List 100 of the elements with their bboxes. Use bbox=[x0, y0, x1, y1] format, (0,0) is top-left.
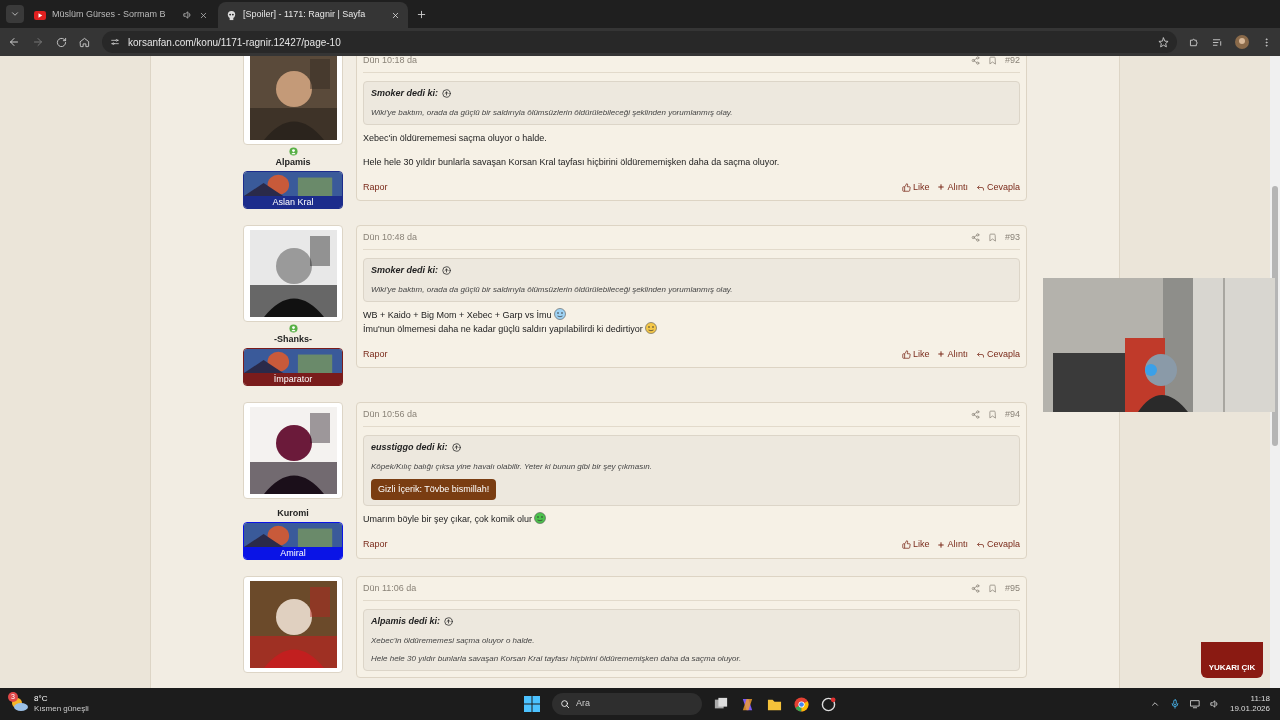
share-icon bbox=[970, 410, 980, 419]
quote-text: Xebec'in öldürememesi saçma oluyor o halde. bbox=[371, 634, 536, 647]
quote-link[interactable]: Alıntı bbox=[937, 347, 968, 361]
monitor-icon bbox=[1189, 699, 1200, 709]
thumbs-up-icon bbox=[901, 182, 911, 192]
quote-link[interactable]: Alıntı bbox=[937, 180, 968, 194]
star-icon bbox=[1158, 36, 1169, 48]
address-bar[interactable]: korsanfan.com/konu/1171-ragnir.12427/page-10 bbox=[102, 31, 1177, 53]
quote-text: Köpek/Kılıç balığı çıksa yine havalı olabilir. Yeter ki bunun gibi bir şey çıkmasın. bbox=[371, 460, 654, 473]
post-time[interactable]: Dün 10:18 da bbox=[363, 56, 971, 68]
tab-title: [Spoiler] - 1171: Ragnir | Sayfa bbox=[243, 8, 367, 22]
browser-tab[interactable]: [Spoiler] - 1171: Ragnir | Sayfa bbox=[218, 2, 408, 28]
chevron-down-icon bbox=[10, 9, 20, 19]
quote-text: Hele hele 30 yıldır bunlarla savaşan Korsan Kral tayfası hiçbirini öldürememişken daha da saçma oluyor. bbox=[371, 652, 743, 665]
sliders-icon bbox=[110, 37, 120, 47]
reply-icon bbox=[975, 540, 985, 550]
temperature: 8°C bbox=[34, 694, 49, 704]
quote-author[interactable]: Smoker dedi ki: bbox=[371, 87, 439, 101]
search-field[interactable]: Ara bbox=[551, 693, 702, 715]
reload-icon bbox=[56, 36, 67, 48]
post-time[interactable]: Dün 10:48 da bbox=[363, 230, 971, 245]
search-placeholder: Ara bbox=[575, 697, 591, 711]
media-icon bbox=[1212, 36, 1223, 48]
post-time[interactable]: Dün 11:06 da bbox=[363, 581, 971, 596]
like-link[interactable]: Like bbox=[901, 180, 930, 194]
plus-icon bbox=[937, 350, 946, 359]
back-icon bbox=[8, 36, 20, 48]
speaker-icon bbox=[183, 10, 193, 20]
close-icon bbox=[199, 10, 208, 20]
post-text: Umarım böyle bir şey çıkar, çok komik olur bbox=[363, 512, 1020, 526]
arrow-up-icon bbox=[444, 617, 454, 627]
url-text: korsanfan.com/konu/1171-ragnir.12427/page-10 bbox=[128, 35, 342, 50]
username[interactable]: -Shanks- bbox=[274, 334, 312, 345]
post-number[interactable]: #93 bbox=[1004, 230, 1020, 245]
plus-icon bbox=[937, 540, 946, 549]
emoji-icon bbox=[534, 512, 547, 524]
bookmark-icon bbox=[987, 410, 997, 419]
thumbs-up-icon bbox=[901, 349, 911, 359]
quote-text: Wiki'ye baktım, orada da güçlü bir saldırıyla ölümsüzlerin öldürülebileceği şeklinden yorumlanmış olay. bbox=[371, 106, 734, 119]
post-time[interactable]: Dün 10:56 da bbox=[363, 407, 971, 422]
app-icon[interactable] bbox=[820, 696, 836, 712]
like-link[interactable]: Like bbox=[901, 538, 930, 552]
username[interactable]: Kuromi bbox=[277, 508, 309, 519]
quote-link[interactable]: Alıntı bbox=[937, 538, 968, 552]
quote-author[interactable]: Smoker dedi ki: bbox=[371, 264, 439, 278]
quote-author[interactable]: eusstiggo dedi ki: bbox=[371, 441, 448, 455]
like-link[interactable]: Like bbox=[901, 347, 930, 361]
quote-author[interactable]: Alpamis dedi ki: bbox=[371, 615, 441, 629]
tab-title: Müslüm Gürses - Sormam B bbox=[52, 8, 167, 22]
bookmark-icon bbox=[987, 56, 997, 65]
forward-icon bbox=[32, 36, 44, 48]
arrow-up-icon bbox=[442, 89, 452, 99]
spoiler-button[interactable]: Gizli İçerik: Tövbe bismillah! bbox=[371, 478, 497, 500]
plus-icon bbox=[416, 9, 427, 20]
clock-time: 11:18 bbox=[1250, 694, 1270, 704]
report-link[interactable]: Rapor bbox=[363, 180, 902, 194]
windows-icon[interactable] bbox=[523, 696, 540, 712]
post-text: WB + Kaido + Big Mom + Xebec + Garp vs İmu bbox=[363, 307, 1020, 322]
arrow-up-icon bbox=[442, 266, 452, 276]
close-icon bbox=[391, 10, 400, 20]
rank-label: İmparator bbox=[244, 373, 342, 385]
post-text: Xebec'in öldürememesi saçma oluyor o halde. bbox=[363, 131, 548, 145]
post-text: Hele hele 30 yıldır bunlarla savaşan Korsan Kral tayfası hiçbirini öldürememişken daha da saçma oluyor. bbox=[363, 155, 781, 169]
scroll-top-button[interactable]: YUKARI ÇIK bbox=[1201, 642, 1263, 678]
profile-avatar-icon[interactable] bbox=[1235, 35, 1249, 49]
microphone-icon bbox=[1169, 699, 1180, 709]
arrow-up-icon bbox=[451, 443, 461, 453]
emoji-icon bbox=[644, 321, 657, 334]
chevron-up-icon bbox=[1149, 699, 1160, 709]
clock-date: 19.01.2026 bbox=[1229, 704, 1270, 714]
bookmark-icon bbox=[987, 584, 997, 593]
browser-tab[interactable]: Müslüm Gürses - Sormam B bbox=[26, 2, 216, 28]
rank-label: Amiral bbox=[244, 547, 342, 559]
post-number[interactable]: #94 bbox=[1004, 407, 1020, 422]
post-number[interactable]: #92 bbox=[1004, 56, 1020, 68]
weather-icon bbox=[10, 696, 28, 712]
report-link[interactable]: Rapor bbox=[363, 347, 902, 361]
thumbs-up-icon bbox=[901, 540, 911, 550]
weather-text: Kısmen güneşli bbox=[34, 704, 89, 714]
chrome-icon[interactable] bbox=[793, 696, 809, 712]
emoji-icon bbox=[553, 307, 566, 320]
rank-label: Aslan Kral bbox=[244, 196, 342, 208]
share-icon bbox=[970, 56, 980, 65]
share-icon bbox=[970, 584, 980, 593]
bookmark-icon bbox=[987, 233, 997, 242]
post-text: İmu'nun ölmemesi daha ne kadar güçlü saldırı yapılabilirdi ki dedirtiyor bbox=[363, 321, 1020, 336]
skull-icon bbox=[226, 9, 237, 21]
reply-link[interactable]: Cevapla bbox=[975, 347, 1020, 361]
play-icon bbox=[34, 10, 46, 20]
share-icon bbox=[970, 233, 980, 242]
reply-link[interactable]: Cevapla bbox=[975, 538, 1020, 552]
task-view-icon[interactable] bbox=[713, 697, 728, 711]
reply-link[interactable]: Cevapla bbox=[975, 180, 1020, 194]
puzzle-icon bbox=[1189, 36, 1200, 48]
username[interactable]: Alpamis bbox=[275, 157, 311, 168]
speaker-icon bbox=[1209, 699, 1220, 709]
home-icon bbox=[79, 36, 90, 48]
plus-icon bbox=[937, 183, 946, 192]
post-number[interactable]: #95 bbox=[1004, 581, 1020, 596]
report-link[interactable]: Rapor bbox=[363, 538, 902, 552]
